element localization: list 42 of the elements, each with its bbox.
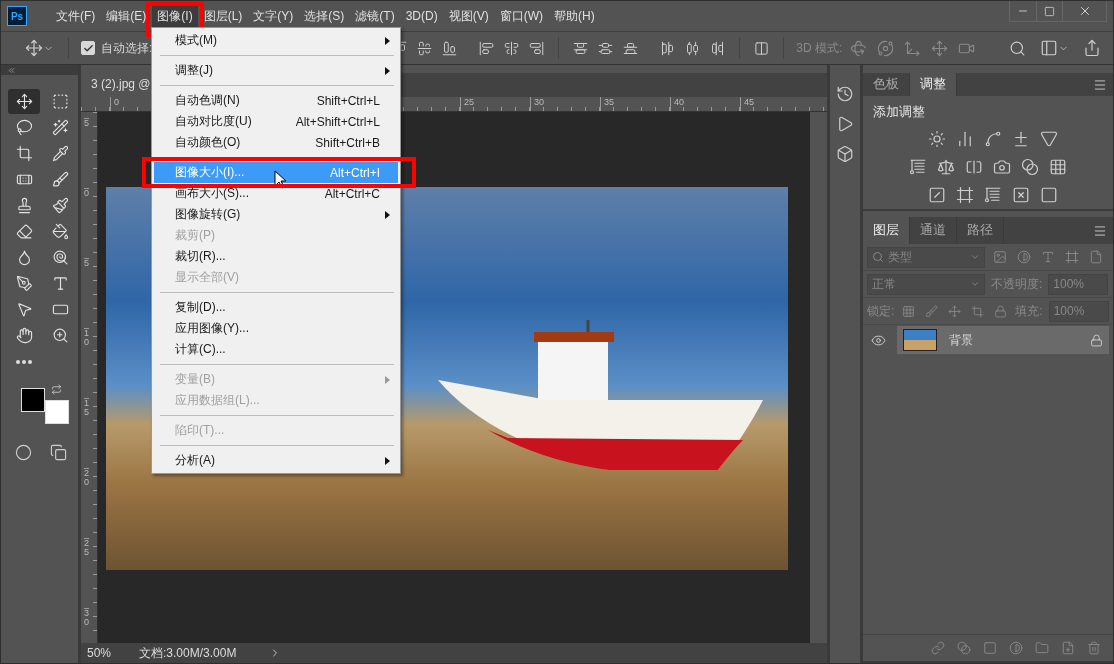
menu-title[interactable]: 图层(L) [198, 3, 248, 29]
ruler-label: 45 [740, 97, 810, 111]
menu-title[interactable]: 编辑(E) [101, 3, 152, 29]
menu-item[interactable]: 裁切(R)... [154, 246, 398, 267]
menu-title[interactable]: 视图(V) [443, 3, 494, 29]
panel-tab[interactable]: 图层 [863, 217, 910, 244]
ruler-label: 20 [84, 468, 89, 538]
zoom-level: 50% [87, 646, 113, 660]
ruler-label: 10 [84, 328, 89, 398]
menu-title[interactable]: 帮助(H) [549, 3, 600, 29]
ruler-label: 35 [600, 97, 670, 111]
menu-item[interactable]: 自动对比度(U) Alt+Shift+Ctrl+L [154, 111, 398, 132]
menu-item[interactable]: 图像旋转(G) [154, 204, 398, 225]
menu-item[interactable]: 模式(M) [154, 30, 398, 51]
ruler-label: 0 [84, 188, 89, 258]
menu-title[interactable]: 文字(Y) [248, 3, 299, 29]
menu-title[interactable]: 选择(S) [299, 3, 350, 29]
ruler-label: 5 [84, 118, 89, 188]
ruler-label: 30 [530, 97, 600, 111]
menu-title[interactable]: 窗口(W) [494, 3, 548, 29]
ruler-label: 40 [670, 97, 740, 111]
menu-item[interactable]: 复制(D)... [154, 297, 398, 318]
panel-heading: 添加调整 [872, 104, 926, 121]
ruler-label: 25 [460, 97, 530, 111]
app-logo: Ps [7, 6, 27, 26]
menu-item[interactable]: 应用图像(Y)... [154, 318, 398, 339]
menu-item[interactable]: 分析(A) [154, 450, 398, 471]
panel-tab[interactable]: 调整 [910, 73, 957, 96]
menu-item[interactable]: 调整(J) [154, 60, 398, 81]
menu-item[interactable]: 计算(C)... [154, 339, 398, 360]
menu-title[interactable]: 3D(D) [400, 5, 443, 27]
layer-row[interactable]: 背景 [897, 326, 1109, 354]
ruler-label: 5 [84, 258, 89, 328]
menu-title[interactable]: 滤镜(T) [350, 3, 400, 29]
menu-item[interactable]: 画布大小(S)... Alt+Ctrl+C [154, 183, 398, 204]
document-size: 文档:3.00M/3.00M [139, 644, 238, 662]
auto-select-label: 自动选择: [101, 39, 153, 57]
layer-name: 背景 [949, 331, 973, 349]
ruler-label: 15 [84, 398, 89, 468]
menu-title[interactable]: 文件(F) [51, 3, 101, 29]
ruler-label: 25 [84, 538, 89, 608]
menu-item[interactable]: 自动颜色(O) Shift+Ctrl+B [154, 132, 398, 153]
